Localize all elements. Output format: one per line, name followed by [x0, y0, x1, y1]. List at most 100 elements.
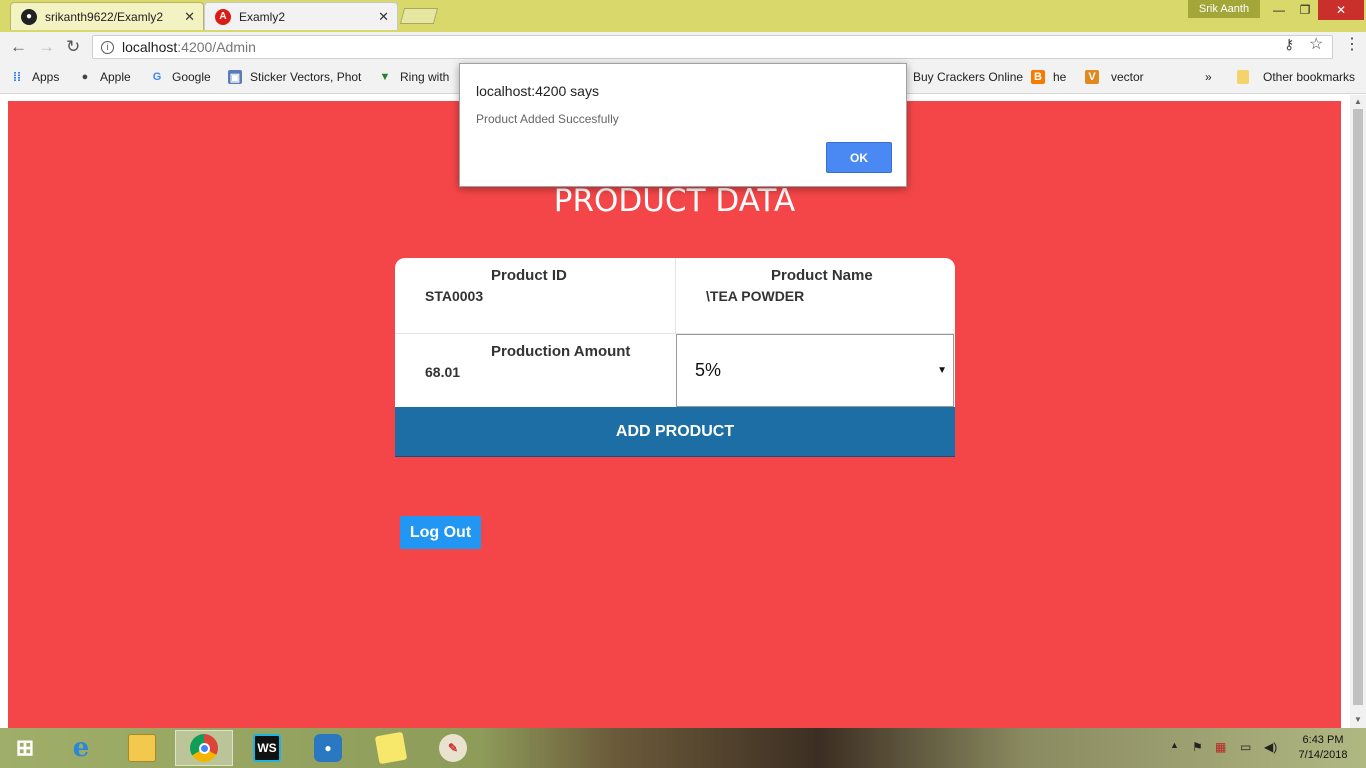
- paint-palette-icon: ✎: [439, 734, 467, 762]
- blogger-icon: B: [1031, 70, 1045, 84]
- scroll-up-icon[interactable]: ▲: [1354, 97, 1362, 106]
- star-icon[interactable]: ☆: [1309, 34, 1323, 54]
- bookmark-apps[interactable]: ⁞⁞ Apps: [10, 70, 59, 84]
- ok-button[interactable]: OK: [826, 142, 892, 173]
- chevron-down-icon: ▼: [937, 365, 947, 376]
- clock-date: 7/14/2018: [1298, 749, 1348, 761]
- url-path: :4200/Admin: [177, 39, 256, 55]
- product-form-card: Product ID STA0003 Product Name \TEA POW…: [395, 258, 955, 407]
- ring-icon: ▼: [379, 71, 391, 83]
- product-id-cell: Product ID STA0003: [395, 258, 675, 333]
- tax-select[interactable]: 5% ▼: [676, 334, 954, 407]
- reload-icon[interactable]: ↻: [66, 37, 80, 57]
- production-amount-cell: Production Amount 68.01: [395, 334, 675, 409]
- folder-icon: [1237, 70, 1249, 84]
- taskbar-camera[interactable]: ●: [299, 730, 357, 766]
- bookmark-label: vector: [1111, 70, 1144, 84]
- bookmark-label: Other bookmarks: [1263, 70, 1356, 84]
- tab-examly2[interactable]: A Examly2 ✕: [204, 2, 398, 30]
- bookmark-label: Apple: [100, 70, 131, 84]
- product-id-label: Product ID: [491, 267, 567, 284]
- admin-panel: PRODUCT DATA Product ID STA0003 Product …: [8, 101, 1341, 728]
- browser-toolbar: ← → ↻ i localhost:4200/Admin ⚷ ☆ ⋮: [0, 32, 1366, 62]
- apps-grid-icon: ⁞⁞: [13, 70, 21, 84]
- bookmark-vector[interactable]: V vector: [1085, 70, 1144, 84]
- bookmark-google[interactable]: G Google: [150, 70, 211, 84]
- windows-taskbar: ⊞ e WS ● ✎ ▲ ⚑ ▦ ▭ ◀) 6:43 PM 7/14/2018: [0, 728, 1366, 768]
- angular-icon: A: [215, 8, 231, 25]
- info-icon[interactable]: i: [101, 40, 114, 54]
- github-icon: ●: [21, 8, 37, 25]
- forward-icon[interactable]: →: [38, 37, 55, 57]
- bookmark-label: Sticker Vectors, Phot: [250, 70, 362, 84]
- maximize-icon[interactable]: ❐: [1290, 0, 1320, 20]
- page-viewport: PRODUCT DATA Product ID STA0003 Product …: [0, 95, 1350, 728]
- sticky-notes-icon: [374, 731, 408, 765]
- folder-icon: [128, 734, 156, 762]
- security-icon[interactable]: ▦: [1215, 740, 1226, 754]
- internet-explorer-icon: e: [72, 733, 90, 763]
- bookmark-label: Google: [172, 70, 211, 84]
- v-icon: V: [1085, 70, 1099, 84]
- close-icon[interactable]: ✕: [184, 9, 195, 25]
- alert-dialog: localhost:4200 says Product Added Succes…: [459, 63, 907, 187]
- flag-icon[interactable]: ⚑: [1192, 740, 1203, 754]
- taskbar-chrome[interactable]: [175, 730, 233, 766]
- bookmark-label: he: [1053, 70, 1067, 84]
- bookmark-sticker-vectors[interactable]: ▣ Sticker Vectors, Phot: [228, 70, 361, 84]
- windows-logo-icon: ⊞: [15, 735, 35, 760]
- system-clock[interactable]: 6:43 PM 7/14/2018: [1288, 733, 1358, 763]
- scrollbar-thumb[interactable]: [1353, 109, 1363, 705]
- page-scrollbar[interactable]: ▲ ▼: [1350, 95, 1366, 728]
- production-amount-value[interactable]: 68.01: [425, 364, 460, 380]
- page-title: PRODUCT DATA: [553, 183, 796, 219]
- product-name-label: Product Name: [771, 267, 873, 284]
- bookmark-apple[interactable]: ● Apple: [78, 70, 131, 84]
- bookmark-label: Buy Crackers Online: [913, 70, 1024, 84]
- tray-overflow-icon[interactable]: ▲: [1170, 740, 1179, 750]
- menu-icon[interactable]: ⋮: [1344, 34, 1360, 54]
- image-icon: ▣: [228, 70, 242, 84]
- chrome-icon: [190, 734, 218, 762]
- bookmark-ring-with[interactable]: ▼ Ring with: [378, 70, 450, 84]
- tab-github[interactable]: ● srikanth9622/Examly2 ✕: [10, 2, 204, 30]
- clock-time: 6:43 PM: [1302, 734, 1344, 746]
- close-icon[interactable]: ✕: [378, 9, 389, 25]
- production-amount-label: Production Amount: [491, 343, 631, 360]
- scroll-down-icon[interactable]: ▼: [1354, 715, 1362, 724]
- add-product-button[interactable]: ADD PRODUCT: [395, 407, 955, 457]
- profile-button[interactable]: Srik Aanth: [1188, 0, 1260, 18]
- webstorm-icon: WS: [253, 734, 281, 762]
- taskbar-paint[interactable]: ✎: [424, 730, 482, 766]
- browser-titlebar: ● srikanth9622/Examly2 ✕ A Examly2 ✕ Sri…: [0, 0, 1366, 32]
- volume-icon[interactable]: ◀): [1264, 740, 1277, 754]
- bookmark-he[interactable]: B he: [1031, 70, 1066, 84]
- taskbar-file-explorer[interactable]: [113, 730, 171, 766]
- bookmark-label: Apps: [32, 70, 60, 84]
- bookmarks-overflow-button[interactable]: »: [1205, 70, 1212, 84]
- tax-select-value: 5%: [695, 360, 722, 380]
- new-tab-button[interactable]: [399, 8, 439, 24]
- window-close-icon[interactable]: ✕: [1318, 0, 1364, 20]
- product-id-value[interactable]: STA0003: [425, 288, 483, 304]
- bookmark-buy-crackers[interactable]: Buy Crackers Online: [913, 70, 1023, 84]
- start-button[interactable]: ⊞: [0, 730, 50, 766]
- apple-icon: ●: [81, 71, 89, 83]
- back-icon[interactable]: ←: [10, 37, 27, 57]
- address-bar[interactable]: i localhost:4200/Admin: [92, 35, 1333, 59]
- network-icon[interactable]: ▭: [1240, 740, 1251, 754]
- google-icon: G: [152, 71, 162, 83]
- key-icon[interactable]: ⚷: [1284, 36, 1294, 53]
- bookmark-label: Ring with: [400, 70, 450, 84]
- dialog-message: Product Added Succesfully: [476, 112, 619, 126]
- logout-button[interactable]: Log Out: [400, 516, 481, 549]
- url-host: localhost: [122, 39, 178, 55]
- taskbar-internet-explorer[interactable]: e: [52, 730, 110, 766]
- product-name-value[interactable]: \TEA POWDER: [706, 288, 804, 304]
- camera-icon: ●: [314, 734, 342, 762]
- tab-title: Examly2: [239, 9, 286, 24]
- bookmark-other[interactable]: Other bookmarks: [1237, 70, 1355, 84]
- taskbar-webstorm[interactable]: WS: [238, 730, 296, 766]
- taskbar-sticky-notes[interactable]: [362, 730, 420, 766]
- product-name-cell: Product Name \TEA POWDER: [676, 258, 956, 333]
